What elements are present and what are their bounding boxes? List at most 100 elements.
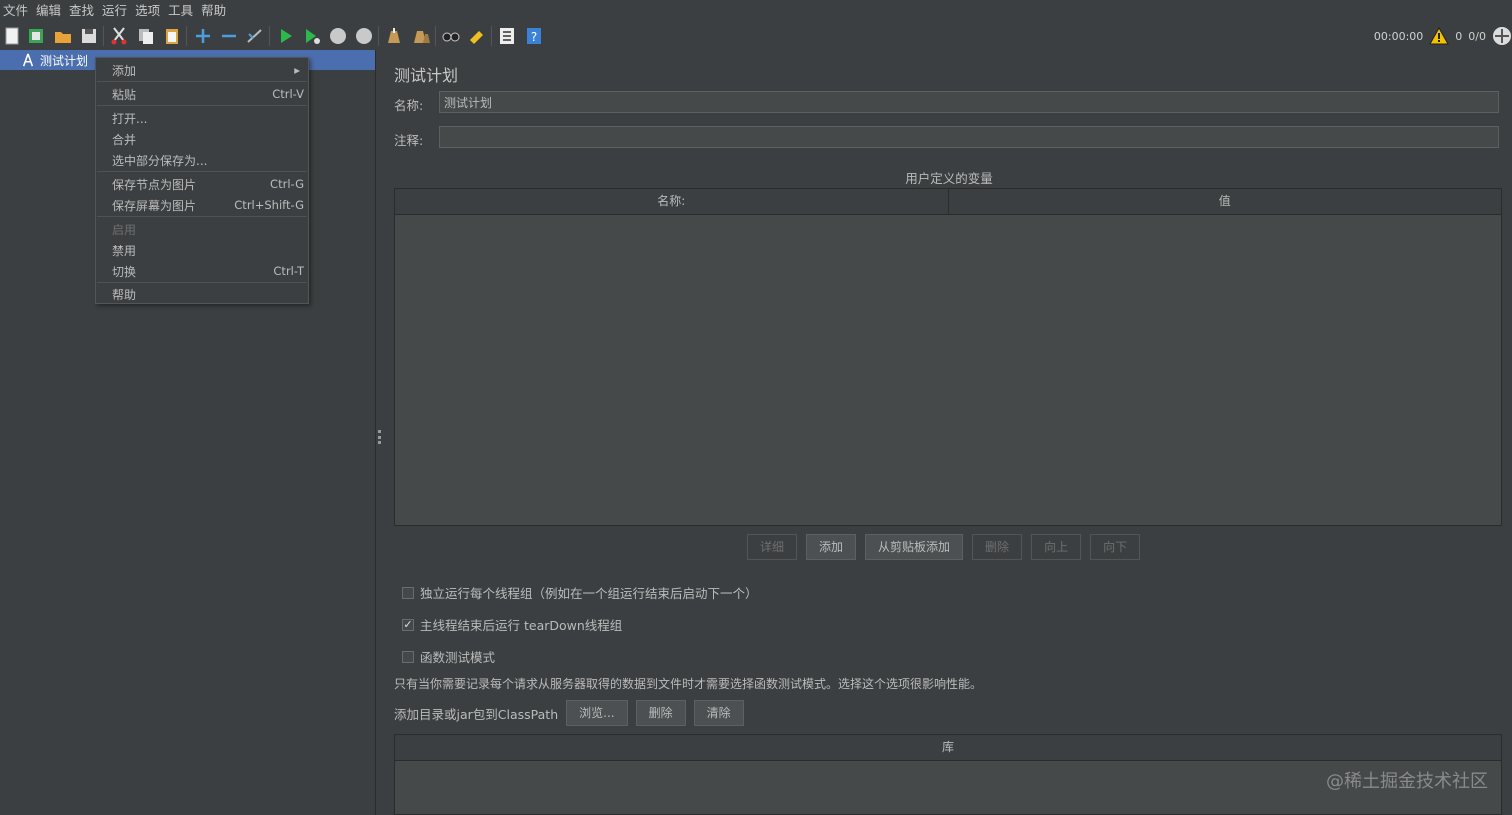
menu-item-paste[interactable]: 粘贴 Ctrl-V [96,84,308,104]
help-icon[interactable]: ? [523,25,545,47]
menu-item-save-node-image[interactable]: 保存节点为图片 Ctrl-G [96,174,308,194]
menu-item-label: 合并 [112,132,137,147]
splitter-grip[interactable] [378,430,381,444]
test-plan-panel: 测试计划 名称: 注释: 用户定义的变量 名称: 值 详细 添加 从剪贴板添加 … [386,50,1512,815]
menu-item-label: 禁用 [112,243,137,258]
move-up-button[interactable]: 向上 [1031,534,1082,560]
elapsed-timer: 00:00:00 [1373,29,1424,43]
menu-item-label: 保存屏幕为图片 [112,198,197,213]
name-label: 名称: [394,98,424,113]
menu-item-save-screen-image[interactable]: 保存屏幕为图片 Ctrl+Shift-G [96,195,308,215]
menu-tools[interactable]: 工具 [165,0,198,22]
menu-item-label: 保存节点为图片 [112,177,197,192]
comment-label: 注释: [394,133,424,148]
column-value[interactable]: 值 [947,189,1502,214]
stop-icon[interactable] [327,25,349,47]
teardown-label: 主线程结束后运行 tearDown线程组 [420,618,623,633]
menu-item-merge[interactable]: 合并 [96,129,308,149]
menu-help[interactable]: 帮助 [198,0,231,22]
variables-title: 用户定义的变量 [905,171,993,186]
remote-icon[interactable] [1492,26,1512,46]
column-name[interactable]: 名称: [395,189,948,214]
functional-mode-option[interactable]: 函数测试模式 [402,647,495,666]
expand-icon[interactable] [192,25,214,47]
submenu-arrow-icon: ▸ [294,63,300,77]
test-plan-icon [20,52,36,68]
menu-item-label: 打开... [112,111,148,126]
classpath-delete-button[interactable]: 删除 [635,700,686,726]
menu-edit[interactable]: 编辑 [33,0,66,22]
menu-item-enable: 启用 [96,219,308,239]
save-icon[interactable] [78,25,100,47]
open-icon[interactable] [52,25,74,47]
paste-icon[interactable] [161,25,183,47]
menubar: 文件 编辑 查找 运行 选项 工具 帮助 [0,0,1512,22]
add-button[interactable]: 添加 [806,534,857,560]
variables-table-header: 名称: 值 [395,189,1501,215]
menu-item-label: 启用 [112,222,137,237]
serialize-threadgroups-label: 独立运行每个线程组（例如在一个组运行结束后启动下一个） [420,586,758,601]
menu-item-label: 选中部分保存为... [112,153,208,168]
warning-icon[interactable] [1429,26,1450,46]
toggle-icon[interactable] [244,25,266,47]
functional-mode-label: 函数测试模式 [420,650,496,665]
variables-table[interactable]: 名称: 值 [394,188,1502,526]
serialize-threadgroups-option[interactable]: 独立运行每个线程组（例如在一个组运行结束后启动下一个） [402,583,758,602]
menu-item-open[interactable]: 打开... [96,108,308,128]
menu-options[interactable]: 选项 [132,0,165,22]
menu-item-disable[interactable]: 禁用 [96,240,308,260]
menu-item-shortcut: Ctrl-V [272,87,304,101]
search-icon[interactable] [440,25,462,47]
collapse-icon[interactable] [218,25,240,47]
classpath-clear-button[interactable]: 清除 [693,700,744,726]
clear-icon[interactable] [383,25,405,47]
teardown-checkbox[interactable]: ✓ [402,618,414,631]
start-icon[interactable] [275,25,297,47]
function-helper-icon[interactable] [496,25,518,47]
menu-item-label: 添加 [112,63,137,78]
delete-button[interactable]: 删除 [972,534,1023,560]
menu-item-label: 粘贴 [112,87,137,102]
serialize-threadgroups-checkbox[interactable] [402,586,414,599]
reset-search-icon[interactable] [466,25,488,47]
clear-all-icon[interactable] [410,25,432,47]
menu-item-help[interactable]: 帮助 [96,284,308,304]
status-area: 00:00:00 0 0/0 [1374,22,1512,50]
menu-file[interactable]: 文件 [0,0,33,22]
column-library[interactable]: 库 [395,735,1501,760]
menu-item-shortcut: Ctrl-G [270,177,304,191]
menu-item-label: 帮助 [112,287,137,302]
comment-input[interactable] [439,126,1499,148]
menu-search[interactable]: 查找 [66,0,99,22]
cut-icon[interactable] [108,25,130,47]
variables-buttons: 详细 添加 从剪贴板添加 删除 向上 向下 [747,534,1141,560]
name-input[interactable] [439,91,1499,113]
watermark: @稀土掘金技术社区 [1326,771,1488,792]
menu-item-label: 切换 [112,264,137,279]
copy-icon[interactable] [135,25,157,47]
templates-icon[interactable] [25,25,47,47]
functional-mode-checkbox[interactable] [402,650,414,663]
menu-item-toggle[interactable]: 切换 Ctrl-T [96,261,308,281]
menu-item-shortcut: Ctrl-T [273,264,304,278]
menu-item-add[interactable]: 添加 ▸ [96,60,308,80]
shutdown-icon[interactable] [353,25,375,47]
detail-button[interactable]: 详细 [747,534,798,560]
toolbar: ? [0,22,1512,50]
menu-item-save-selection-as[interactable]: 选中部分保存为... [96,150,308,170]
move-down-button[interactable]: 向下 [1090,534,1141,560]
menu-run[interactable]: 运行 [99,0,132,22]
teardown-option[interactable]: ✓ 主线程结束后运行 tearDown线程组 [402,615,622,634]
menu-item-shortcut: Ctrl+Shift-G [234,198,304,212]
add-from-clipboard-button[interactable]: 从剪贴板添加 [865,534,964,560]
panel-title: 测试计划 [394,66,459,85]
start-no-pause-icon[interactable] [301,25,323,47]
classpath-row: 添加目录或jar包到ClassPath 浏览... 删除 清除 [394,700,744,726]
library-table-header: 库 [395,735,1501,761]
new-icon[interactable] [1,25,23,47]
browse-button[interactable]: 浏览... [566,700,628,726]
tree-node-label: 测试计划 [40,53,89,68]
thread-count: 0/0 [1468,29,1486,43]
functional-mode-note: 只有当你需要记录每个请求从服务器取得的数据到文件时才需要选择函数测试模式。选择这… [394,677,983,691]
classpath-label: 添加目录或jar包到ClassPath [394,706,559,722]
